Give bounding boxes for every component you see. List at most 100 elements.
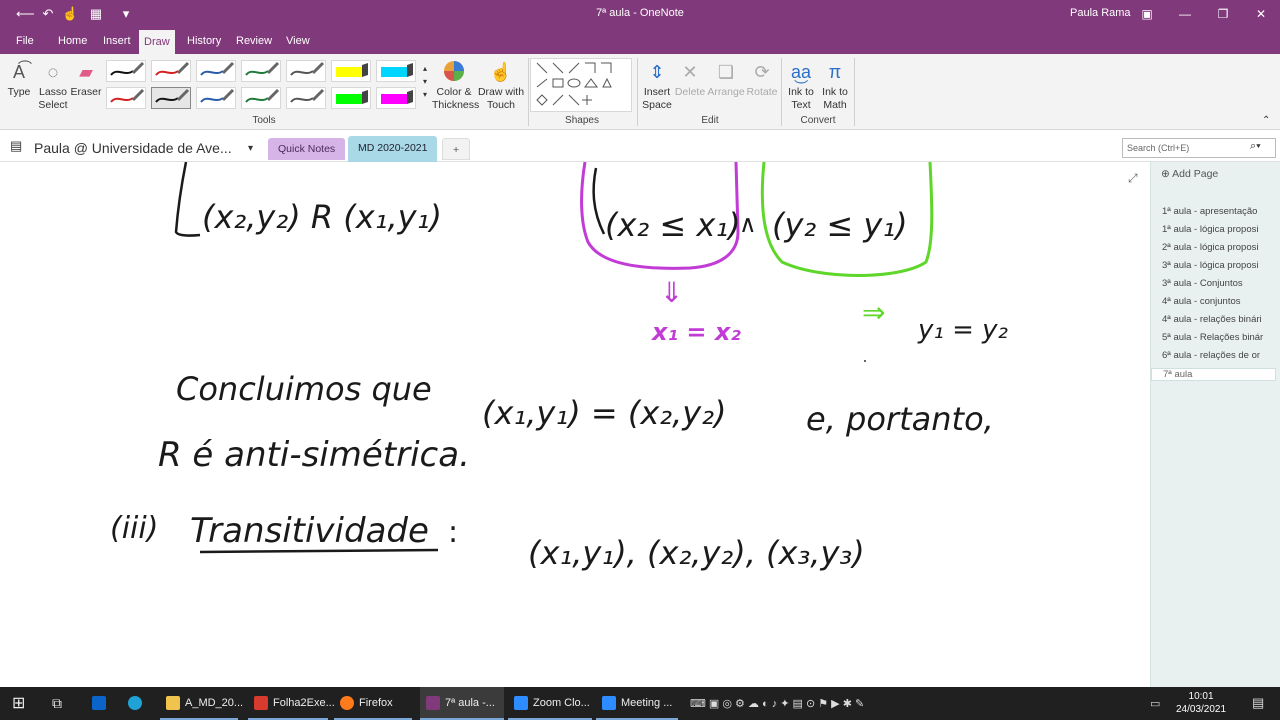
- type-button[interactable]: A͡ Type: [4, 60, 34, 99]
- taskbar-app-pdf[interactable]: Folha2Exe...: [248, 687, 335, 720]
- group-label-convert: Convert: [800, 115, 836, 126]
- page-item[interactable]: 5ª aula - Relações binár: [1162, 332, 1278, 343]
- taskbar-app-meeting[interactable]: Meeting ...: [596, 687, 678, 720]
- group-label-edit: Edit: [701, 115, 719, 126]
- finger-draw-icon: ☝: [489, 62, 513, 82]
- pen-swatch[interactable]: [286, 60, 326, 82]
- shapes-gallery[interactable]: [530, 58, 632, 112]
- full-page-view-icon[interactable]: ⤢: [1128, 172, 1138, 185]
- notebook-icon: ▤: [10, 138, 23, 153]
- page-canvas[interactable]: ⤢ (x₂,y₂) R (x₁,y₁) (x₂ ≤ x₁) ∧ (y₂ ≤ y₁…: [0, 162, 1150, 687]
- eraser-button[interactable]: ▰ Eraser: [70, 60, 102, 99]
- rotate-icon: ⟳: [754, 62, 770, 82]
- notebook-name[interactable]: Paula @ Universidade de Ave...: [34, 140, 232, 156]
- page-item[interactable]: 3ª aula - Conjuntos: [1162, 278, 1278, 289]
- ink-therefore: e, portanto,: [806, 400, 994, 438]
- taskbar-app-folder[interactable]: A_MD_20...: [160, 687, 243, 720]
- folder-icon: [166, 696, 180, 711]
- ink-dot: [864, 360, 866, 362]
- tab-insert[interactable]: Insert: [98, 28, 136, 54]
- taskbar-app-onenote[interactable]: 7ª aula -...: [420, 687, 504, 720]
- tab-view[interactable]: View: [281, 28, 315, 54]
- pi-icon: π: [828, 62, 842, 82]
- zoom-meeting-icon: [602, 696, 616, 711]
- ink-eq-x: x₁ = x₂: [651, 318, 741, 346]
- user-name[interactable]: Paula Rama: [1070, 7, 1131, 19]
- taskbar-app-zoom[interactable]: Zoom Clo...: [508, 687, 592, 720]
- pen-swatch[interactable]: [331, 87, 371, 109]
- ink-triples: (x₁,y₁), (x₂,y₂), (x₃,y₃): [528, 534, 865, 572]
- chevron-down-icon[interactable]: ▾: [248, 142, 253, 155]
- color-thickness-button[interactable]: Color & Thickness: [432, 60, 479, 112]
- pen-swatch[interactable]: [331, 60, 371, 82]
- pen-swatch[interactable]: [106, 87, 146, 109]
- draw-with-touch-button[interactable]: ☝ Draw with Touch: [476, 60, 526, 112]
- group-label-shapes: Shapes: [565, 115, 599, 126]
- tab-history[interactable]: History: [182, 28, 226, 54]
- ink-colon: :: [448, 515, 458, 550]
- group-separator: [854, 58, 855, 126]
- notifications-area-icon[interactable]: ▭: [1150, 697, 1160, 710]
- group-separator: [781, 58, 782, 126]
- search-icon[interactable]: ⌕▾: [1250, 140, 1261, 153]
- tab-draw[interactable]: Draw: [139, 30, 175, 54]
- page-item[interactable]: 7ª aula: [1151, 368, 1276, 381]
- close-button[interactable]: ✕: [1242, 0, 1280, 28]
- pen-swatch[interactable]: [286, 87, 326, 109]
- action-center-icon[interactable]: ▤: [1252, 695, 1264, 711]
- ink-wedge: ∧: [739, 210, 757, 238]
- page-list-panel: ⊕ Add Page 1ª aula - apresentação 1ª aula…: [1150, 162, 1280, 687]
- pen-swatch[interactable]: [376, 60, 416, 82]
- ink-drawing: (x₂,y₂) R (x₁,y₁) (x₂ ≤ x₁) ∧ (y₂ ≤ y₁) …: [110, 162, 1008, 572]
- section-tab-md[interactable]: MD 2020-2021: [348, 136, 438, 162]
- pen-swatch[interactable]: [241, 60, 281, 82]
- page-item[interactable]: 1ª aula - lógica proposi: [1162, 224, 1278, 235]
- plus-circle-icon: ⊕: [1161, 168, 1173, 180]
- add-page-button[interactable]: ⊕ Add Page: [1161, 168, 1218, 180]
- section-tab-quick-notes[interactable]: Quick Notes: [268, 138, 346, 160]
- firefox-icon: [340, 696, 354, 711]
- page-item[interactable]: 2ª aula - lógica proposi: [1162, 242, 1278, 253]
- ink-equality: (x₁,y₁) = (x₂,y₂): [482, 394, 727, 432]
- page-item[interactable]: 4ª aula - relações binári: [1162, 314, 1278, 325]
- maximize-button[interactable]: ❐: [1204, 0, 1242, 28]
- rotate-button[interactable]: ⟳ Rotate: [746, 60, 778, 99]
- page-item[interactable]: 6ª aula - relações de or: [1162, 350, 1278, 361]
- page-item[interactable]: 3ª aula - lógica proposi: [1162, 260, 1278, 271]
- ink-to-math-button[interactable]: π Ink to Math: [818, 60, 852, 112]
- pen-swatch[interactable]: [241, 87, 281, 109]
- gallery-scroll-icon[interactable]: ▴ ▾ ▾: [420, 62, 430, 101]
- lasso-select-button[interactable]: ◌ Lasso Select: [36, 60, 70, 112]
- edge-icon[interactable]: [128, 687, 147, 720]
- page-item[interactable]: 1ª aula - apresentação: [1162, 206, 1278, 217]
- pen-swatch[interactable]: [106, 60, 146, 82]
- task-view-icon[interactable]: ⧉: [52, 687, 62, 720]
- pen-swatch[interactable]: [151, 87, 191, 109]
- tab-home[interactable]: Home: [53, 28, 92, 54]
- pen-swatch[interactable]: [196, 60, 236, 82]
- eraser-icon: ▰: [79, 62, 93, 82]
- pdf-icon: [254, 696, 268, 711]
- add-section-button[interactable]: +: [442, 138, 471, 160]
- outlook-icon[interactable]: [92, 687, 111, 720]
- ribbon-display-icon[interactable]: ▣: [1128, 0, 1166, 28]
- tray-icons[interactable]: ⌨ ▣ ◎ ⚙ ☁ ◐ ♪ ✦ ▤ ⊙ ⚑ ▶ ✱ ✎: [690, 697, 864, 710]
- ink-bracket-left: [174, 162, 201, 237]
- delete-button[interactable]: ✕ Delete: [674, 60, 706, 99]
- tab-review[interactable]: Review: [231, 28, 277, 54]
- pen-swatch[interactable]: [151, 60, 191, 82]
- insert-space-icon: ⇕: [649, 62, 665, 82]
- insert-space-button[interactable]: ⇕ Insert Space: [640, 60, 674, 112]
- tab-file[interactable]: File: [11, 28, 39, 54]
- ink-to-text-button[interactable]: a͜a Ink to Text: [784, 60, 818, 112]
- collapse-ribbon-icon[interactable]: ⌃: [1262, 114, 1270, 127]
- windows-start-icon[interactable]: ⊞: [12, 687, 25, 720]
- ink-purple-bracket: [592, 167, 606, 235]
- clock[interactable]: 10:01 24/03/2021: [1176, 690, 1226, 716]
- minimize-button[interactable]: —: [1166, 0, 1204, 28]
- pen-swatch[interactable]: [196, 87, 236, 109]
- arrange-button[interactable]: ❏ Arrange: [706, 60, 746, 99]
- taskbar-app-firefox[interactable]: Firefox: [334, 687, 412, 720]
- page-item[interactable]: 4ª aula - conjuntos: [1162, 296, 1278, 307]
- pen-swatch[interactable]: [376, 87, 416, 109]
